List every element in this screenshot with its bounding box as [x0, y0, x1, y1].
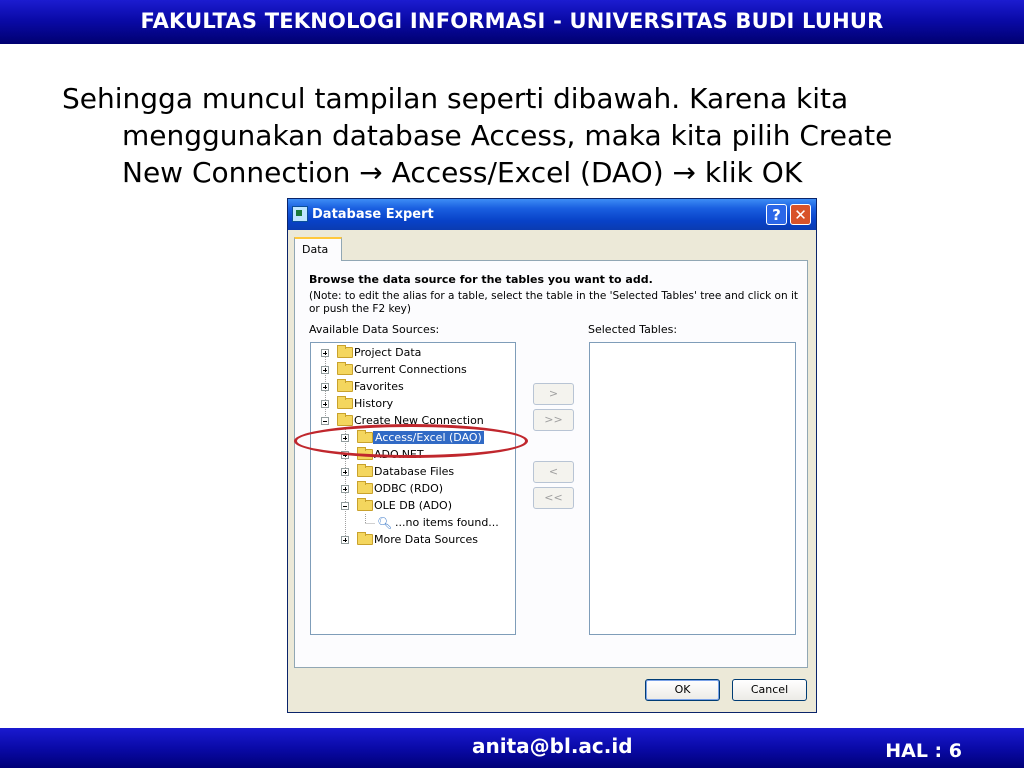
collapse-icon[interactable] — [321, 417, 329, 425]
tree-node-label: More Data Sources — [374, 533, 479, 546]
folder-icon — [337, 396, 353, 409]
page-number: HAL : 6 — [885, 740, 962, 762]
tree-node-label: OLE DB (ADO) — [374, 499, 452, 512]
magnifier-icon: 🔍︎ — [377, 516, 393, 530]
body-paragraph: Sehingga muncul tampilan seperti dibawah… — [62, 80, 962, 191]
selected-tables-tree[interactable] — [589, 342, 796, 635]
selected-tables-label: Selected Tables: — [588, 323, 678, 336]
folder-icon — [337, 379, 353, 392]
tree-node-label: ODBC (RDO) — [374, 482, 444, 495]
panel-note: (Note: to edit the alias for a table, se… — [309, 290, 799, 315]
body-line-3: New Connection → Access/Excel (DAO) → kl… — [122, 156, 803, 189]
remove-all-tables-button[interactable]: << — [533, 487, 574, 509]
folder-icon — [357, 464, 373, 477]
footer-bar: anita@bl.ac.id HAL : 6 — [0, 728, 1024, 768]
available-sources-tree[interactable]: Project Data Current Connections Favorit… — [310, 342, 516, 635]
body-line-1: Sehingga muncul tampilan seperti dibawah… — [62, 82, 849, 115]
close-button[interactable]: ✕ — [790, 204, 811, 225]
available-sources-label: Available Data Sources: — [309, 323, 440, 336]
expand-icon[interactable] — [341, 468, 349, 476]
tree-node-label: Project Data — [354, 346, 422, 359]
folder-open-icon — [357, 498, 373, 511]
cancel-button[interactable]: Cancel — [732, 679, 807, 701]
expand-icon[interactable] — [321, 400, 329, 408]
expand-icon[interactable] — [341, 485, 349, 493]
add-table-button[interactable]: > — [533, 383, 574, 405]
header-bar: FAKULTAS TEKNOLOGI INFORMASI - UNIVERSIT… — [0, 0, 1024, 44]
folder-icon — [357, 481, 373, 494]
add-all-tables-button[interactable]: >> — [533, 409, 574, 431]
folder-open-icon — [337, 413, 353, 426]
folder-icon — [337, 345, 353, 358]
dialog-titlebar[interactable]: Database Expert ? ✕ — [288, 199, 816, 230]
expand-icon[interactable] — [321, 349, 329, 357]
header-title: FAKULTAS TEKNOLOGI INFORMASI - UNIVERSIT… — [140, 9, 884, 33]
ok-button[interactable]: OK — [645, 679, 720, 701]
tree-node-label: Current Connections — [354, 363, 467, 376]
body-line-2: menggunakan database Access, maka kita p… — [122, 119, 893, 152]
dialog-title: Database Expert — [312, 207, 434, 222]
folder-icon — [337, 362, 353, 375]
folder-icon — [357, 532, 373, 545]
data-tab-panel: Browse the data source for the tables yo… — [294, 260, 808, 668]
expand-icon[interactable] — [321, 383, 329, 391]
help-button[interactable]: ? — [766, 204, 787, 225]
tab-data[interactable]: Data — [294, 237, 342, 261]
highlight-ellipse — [294, 424, 528, 458]
remove-table-button[interactable]: < — [533, 461, 574, 483]
expand-icon[interactable] — [341, 536, 349, 544]
collapse-icon[interactable] — [341, 502, 349, 510]
footer-email: anita@bl.ac.id — [472, 734, 633, 758]
tree-node-label: Database Files — [374, 465, 455, 478]
tree-node-label: ...no items found... — [395, 516, 499, 529]
expand-icon[interactable] — [321, 366, 329, 374]
tree-node-label: Favorites — [354, 380, 404, 393]
panel-heading: Browse the data source for the tables yo… — [309, 273, 653, 286]
tree-node-label: History — [354, 397, 394, 410]
database-expert-icon — [292, 206, 308, 222]
